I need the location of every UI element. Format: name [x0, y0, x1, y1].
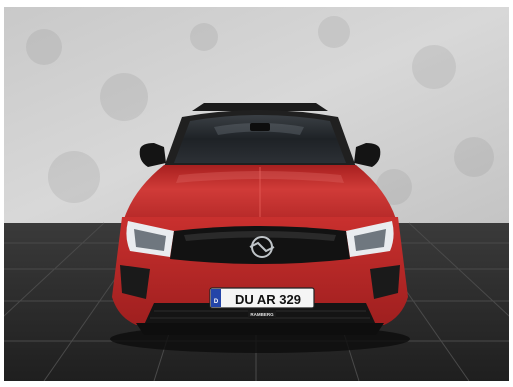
- dealer-badge-text: RAMBERG: [250, 312, 274, 317]
- dealer-badge: RAMBERG: [248, 310, 276, 318]
- car-photo-svg: D DU AR 329 RAMBERG: [4, 7, 509, 381]
- windshield: [174, 115, 346, 163]
- rear-view-mirror: [250, 123, 270, 131]
- license-plate: D DU AR 329: [209, 287, 315, 309]
- car-photo: D DU AR 329 RAMBERG: [4, 7, 509, 381]
- front-lip: [136, 323, 384, 335]
- left-mirror: [139, 143, 166, 167]
- plate-number: DU AR 329: [235, 292, 301, 307]
- right-mirror: [354, 143, 381, 167]
- plate-country-code: D: [214, 299, 219, 305]
- roof-rails: [192, 103, 328, 111]
